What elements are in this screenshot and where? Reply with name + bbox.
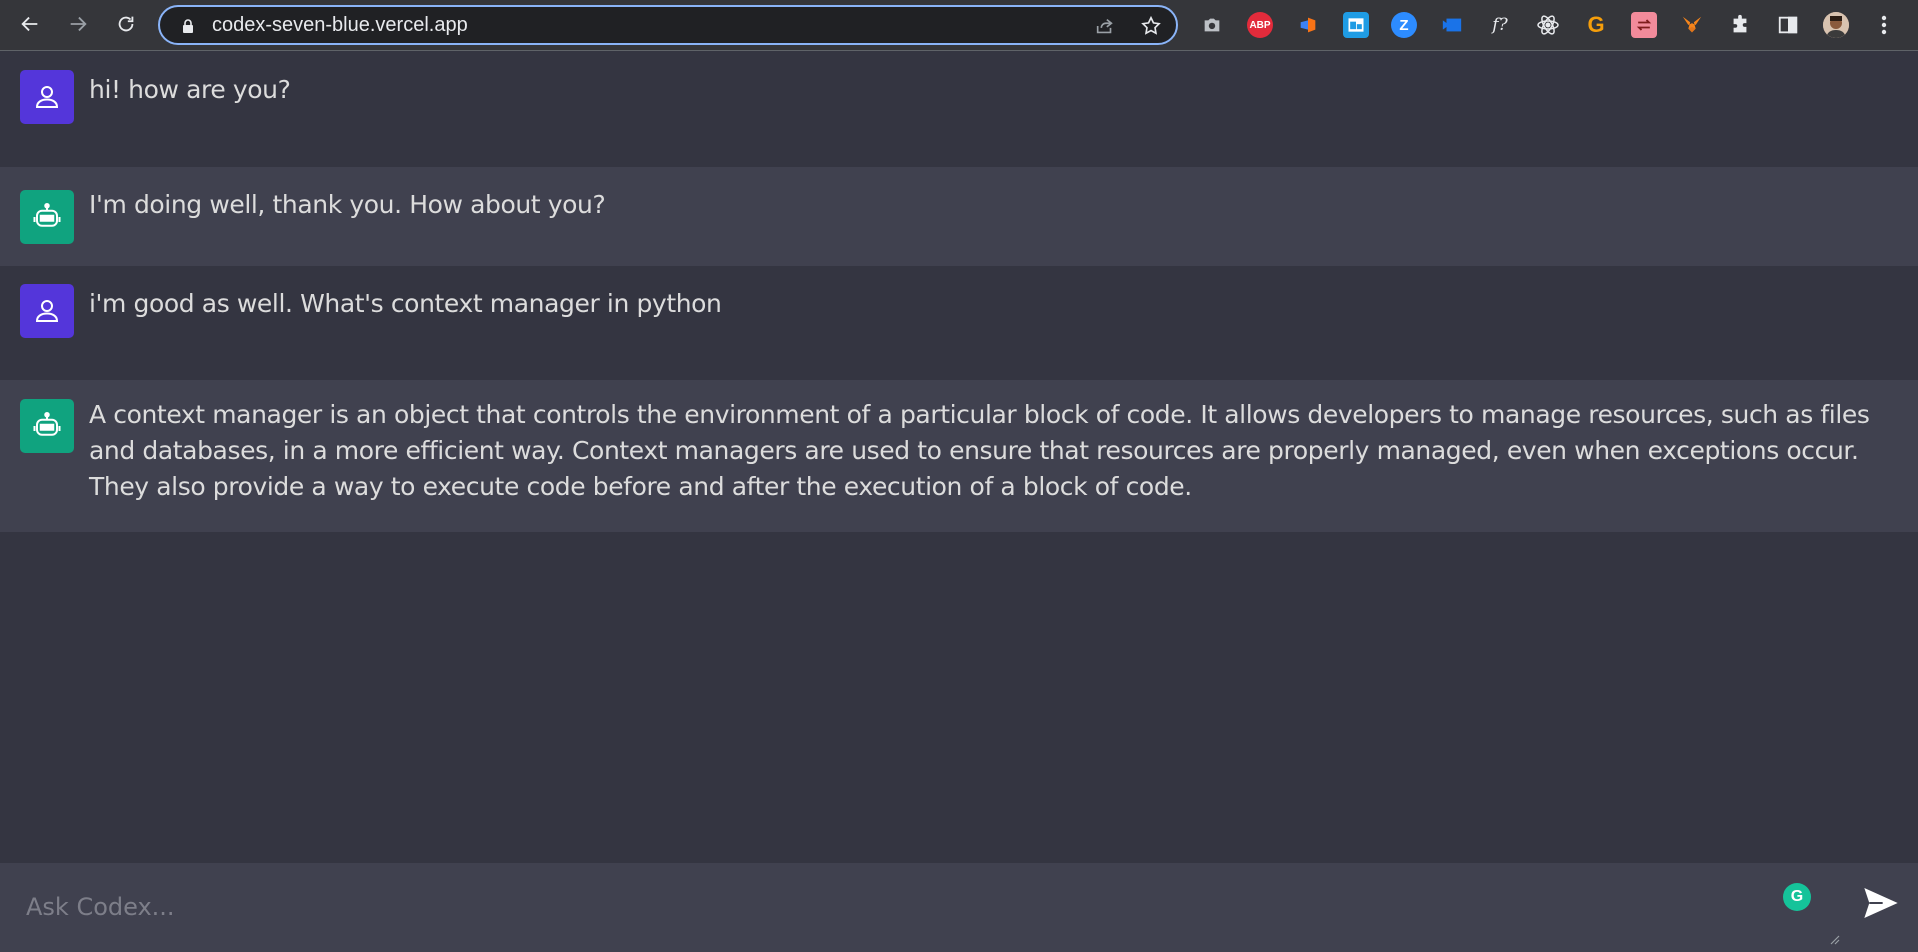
adblock-plus-icon[interactable]: ABP	[1247, 12, 1273, 38]
user-icon	[35, 86, 59, 108]
extensions-puzzle-icon[interactable]	[1727, 12, 1753, 38]
arrow-left-icon	[21, 16, 38, 32]
extension-window-icon[interactable]	[1343, 12, 1369, 38]
message-text: I'm doing well, thank you. How about you…	[89, 190, 606, 219]
extension-media-icon[interactable]	[1439, 12, 1465, 38]
share-icon[interactable]	[1094, 15, 1116, 37]
bot-avatar	[20, 190, 74, 244]
prompt-form: G	[0, 863, 1918, 952]
side-panel-icon[interactable]	[1775, 12, 1801, 38]
robot-icon	[33, 203, 61, 227]
resize-handle-icon[interactable]	[1828, 933, 1840, 945]
user-icon	[35, 300, 59, 322]
url-text: codex-seven-blue.vercel.app	[212, 14, 468, 36]
user-avatar	[20, 284, 74, 338]
lock-icon	[183, 19, 193, 33]
chat-message-user: i'm good as well. What's context manager…	[0, 266, 1918, 380]
chat-message-user: hi! how are you?	[0, 52, 1918, 167]
function-icon[interactable]: f?	[1487, 12, 1513, 38]
chat-message-bot: I'm doing well, thank you. How about you…	[0, 167, 1918, 266]
reload-icon	[118, 16, 134, 32]
arrow-right-icon	[70, 16, 87, 32]
chat-message-bot: A context manager is an object that cont…	[0, 380, 1918, 532]
browser-toolbar: codex-seven-blue.vercel.app ABP Z f? G	[0, 0, 1918, 51]
bookmark-star-icon[interactable]	[1140, 15, 1162, 37]
prompt-input[interactable]	[0, 863, 1840, 952]
screenshot-icon[interactable]	[1199, 12, 1225, 38]
message-text: hi! how are you?	[89, 75, 291, 104]
user-avatar	[20, 70, 74, 124]
grammarly-icon[interactable]: G	[1783, 883, 1811, 911]
grammarly-g-icon[interactable]: G	[1583, 12, 1609, 38]
address-bar[interactable]: codex-seven-blue.vercel.app	[158, 5, 1178, 45]
robot-icon	[33, 412, 61, 436]
react-devtools-icon[interactable]	[1535, 12, 1561, 38]
extension-flag-icon[interactable]	[1295, 12, 1321, 38]
send-button[interactable]	[1858, 880, 1904, 926]
message-text: A context manager is an object that cont…	[89, 400, 1870, 501]
extension-sync-icon[interactable]	[1631, 12, 1657, 38]
back-button[interactable]	[10, 4, 50, 44]
reload-button[interactable]	[106, 4, 146, 44]
forward-button[interactable]	[58, 4, 98, 44]
chrome-menu-icon[interactable]	[1871, 12, 1897, 38]
send-icon	[1864, 888, 1898, 918]
zoom-icon[interactable]: Z	[1391, 12, 1417, 38]
metamask-fox-icon[interactable]	[1679, 12, 1705, 38]
profile-avatar[interactable]	[1823, 12, 1849, 38]
bot-avatar	[20, 399, 74, 453]
message-text: i'm good as well. What's context manager…	[89, 289, 722, 318]
